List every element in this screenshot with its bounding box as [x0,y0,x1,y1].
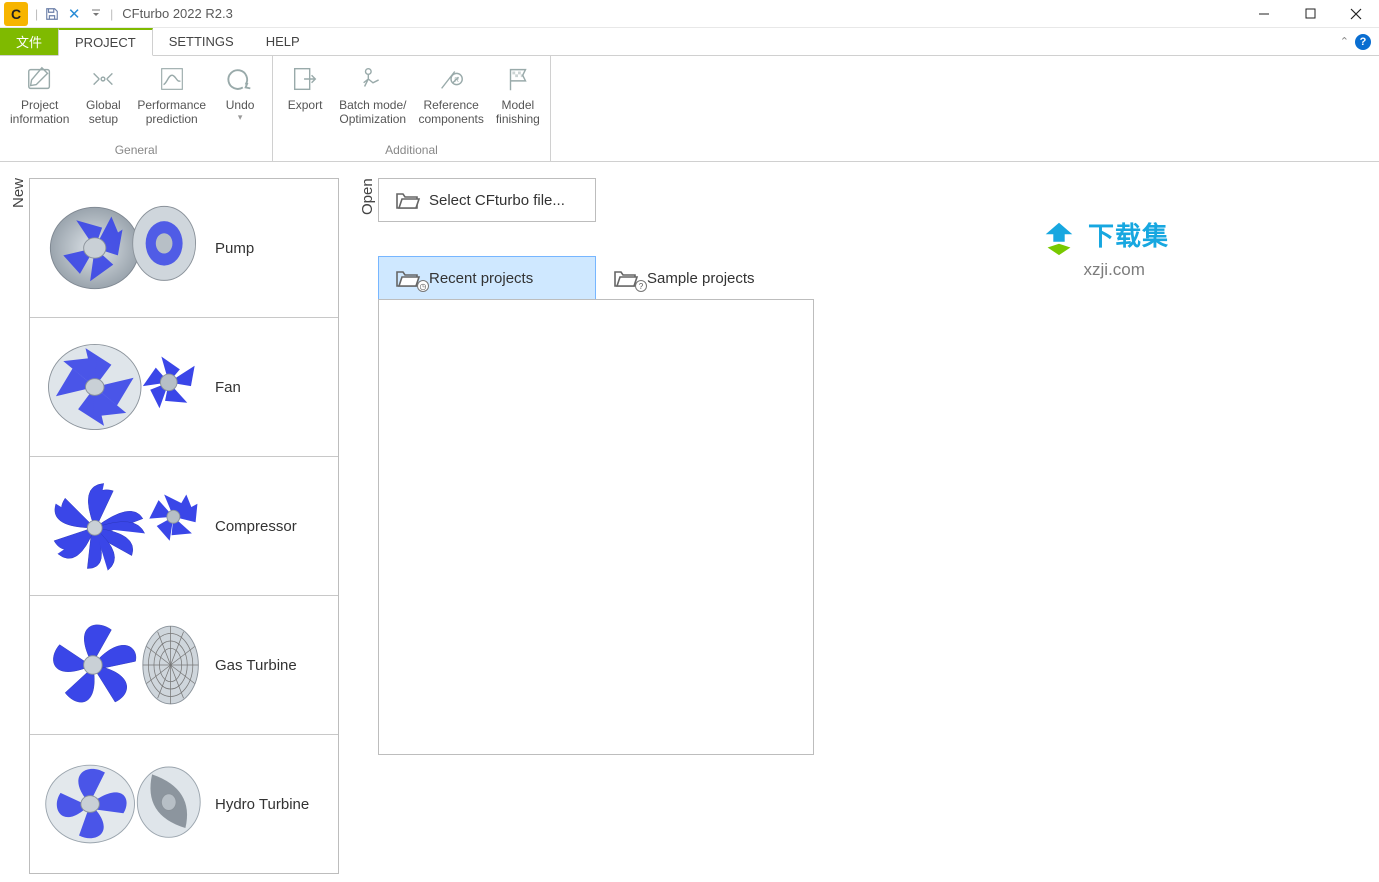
app-icon: C [4,2,28,26]
save-icon[interactable] [43,5,61,23]
reference-icon: R [434,62,468,96]
tab-settings[interactable]: SETTINGS [153,28,250,55]
new-item-label: Fan [215,379,241,396]
new-pump-button[interactable]: Pump [30,179,338,318]
new-hydro-turbine-button[interactable]: Hydro Turbine [30,735,338,873]
model-finishing-button[interactable]: Model finishing [490,60,546,129]
ribbon-tab-strip: 文件 PROJECT SETTINGS HELP ⌃ ? [0,28,1379,56]
new-item-label: Hydro Turbine [215,796,309,813]
reference-components-button[interactable]: R Reference components [412,60,489,129]
fan-thumbnail [30,318,215,456]
folder-sample-icon: ? [607,268,643,288]
new-project-list: Pump Fan [29,178,339,874]
project-tabs: ◷ Recent projects ? Sample projects [378,256,814,300]
svg-text:R: R [454,77,459,84]
new-fan-button[interactable]: Fan [30,318,338,457]
ribbon-group-label: General [0,141,272,161]
hydro-turbine-thumbnail [30,735,215,873]
new-gas-turbine-button[interactable]: Gas Turbine [30,596,338,735]
help-icon[interactable]: ? [1355,34,1371,50]
open-panel: Select CFturbo file... ◷ Recent projects… [378,178,814,874]
new-compressor-button[interactable]: Compressor [30,457,338,596]
watermark-text-en: xzji.com [1084,260,1169,280]
folder-recent-icon: ◷ [389,268,425,288]
select-file-label: Select CFturbo file... [429,192,565,209]
tab-help[interactable]: HELP [250,28,316,55]
tab-label: Sample projects [647,270,755,287]
sample-projects-tab[interactable]: ? Sample projects [596,256,814,300]
chart-icon [155,62,189,96]
gas-turbine-thumbnail [30,596,215,734]
undo-icon [223,62,257,96]
tab-project[interactable]: PROJECT [58,28,153,56]
chevron-down-icon: ▾ [238,112,243,123]
watermark-text-cn: 下载集 [1088,221,1169,251]
project-information-button[interactable]: Project information [4,60,75,129]
window-title: CFturbo 2022 R2.3 [122,6,233,21]
folder-open-icon [389,190,425,210]
ribbon: Project information Global setup Perform… [0,56,1379,162]
edit-icon [23,62,57,96]
maximize-button[interactable] [1287,0,1333,28]
ribbon-group-additional: Export Batch mode/ Optimization R Refere… [273,56,551,161]
compressor-thumbnail [30,457,215,595]
close-button[interactable] [1333,0,1379,28]
global-setup-button[interactable]: Global setup [75,60,131,129]
minimize-button[interactable] [1241,0,1287,28]
performance-prediction-button[interactable]: Performance prediction [131,60,212,129]
title-bar: C | ✕ | CFturbo 2022 R2.3 [0,0,1379,28]
new-item-label: Gas Turbine [215,657,297,674]
tab-label: Recent projects [429,270,533,287]
new-item-label: Pump [215,240,254,257]
divider: | [35,7,38,21]
new-section-label: New [8,178,29,874]
workspace: New Pump [0,162,1379,882]
ribbon-group-general: Project information Global setup Perform… [0,56,273,161]
divider: | [110,7,113,21]
recent-projects-tab[interactable]: ◷ Recent projects [378,256,596,300]
batch-mode-button[interactable]: Batch mode/ Optimization [333,60,412,129]
open-section-label: Open [357,178,378,874]
qat-dropdown-icon[interactable] [87,5,105,23]
undo-button[interactable]: Undo ▾ [212,60,268,125]
flag-icon [501,62,535,96]
new-item-label: Compressor [215,518,297,535]
watermark: 下载集 xzji.com [1040,216,1169,280]
run-icon [356,62,390,96]
tab-file[interactable]: 文件 [0,28,58,55]
export-button[interactable]: Export [277,60,333,114]
pump-thumbnail [30,179,215,317]
setup-icon [86,62,120,96]
recent-projects-area [378,299,814,755]
export-icon [288,62,322,96]
close-file-icon[interactable]: ✕ [65,5,83,23]
select-file-button[interactable]: Select CFturbo file... [378,178,596,222]
collapse-ribbon-icon[interactable]: ⌃ [1340,35,1349,48]
ribbon-group-label: Additional [273,141,550,161]
